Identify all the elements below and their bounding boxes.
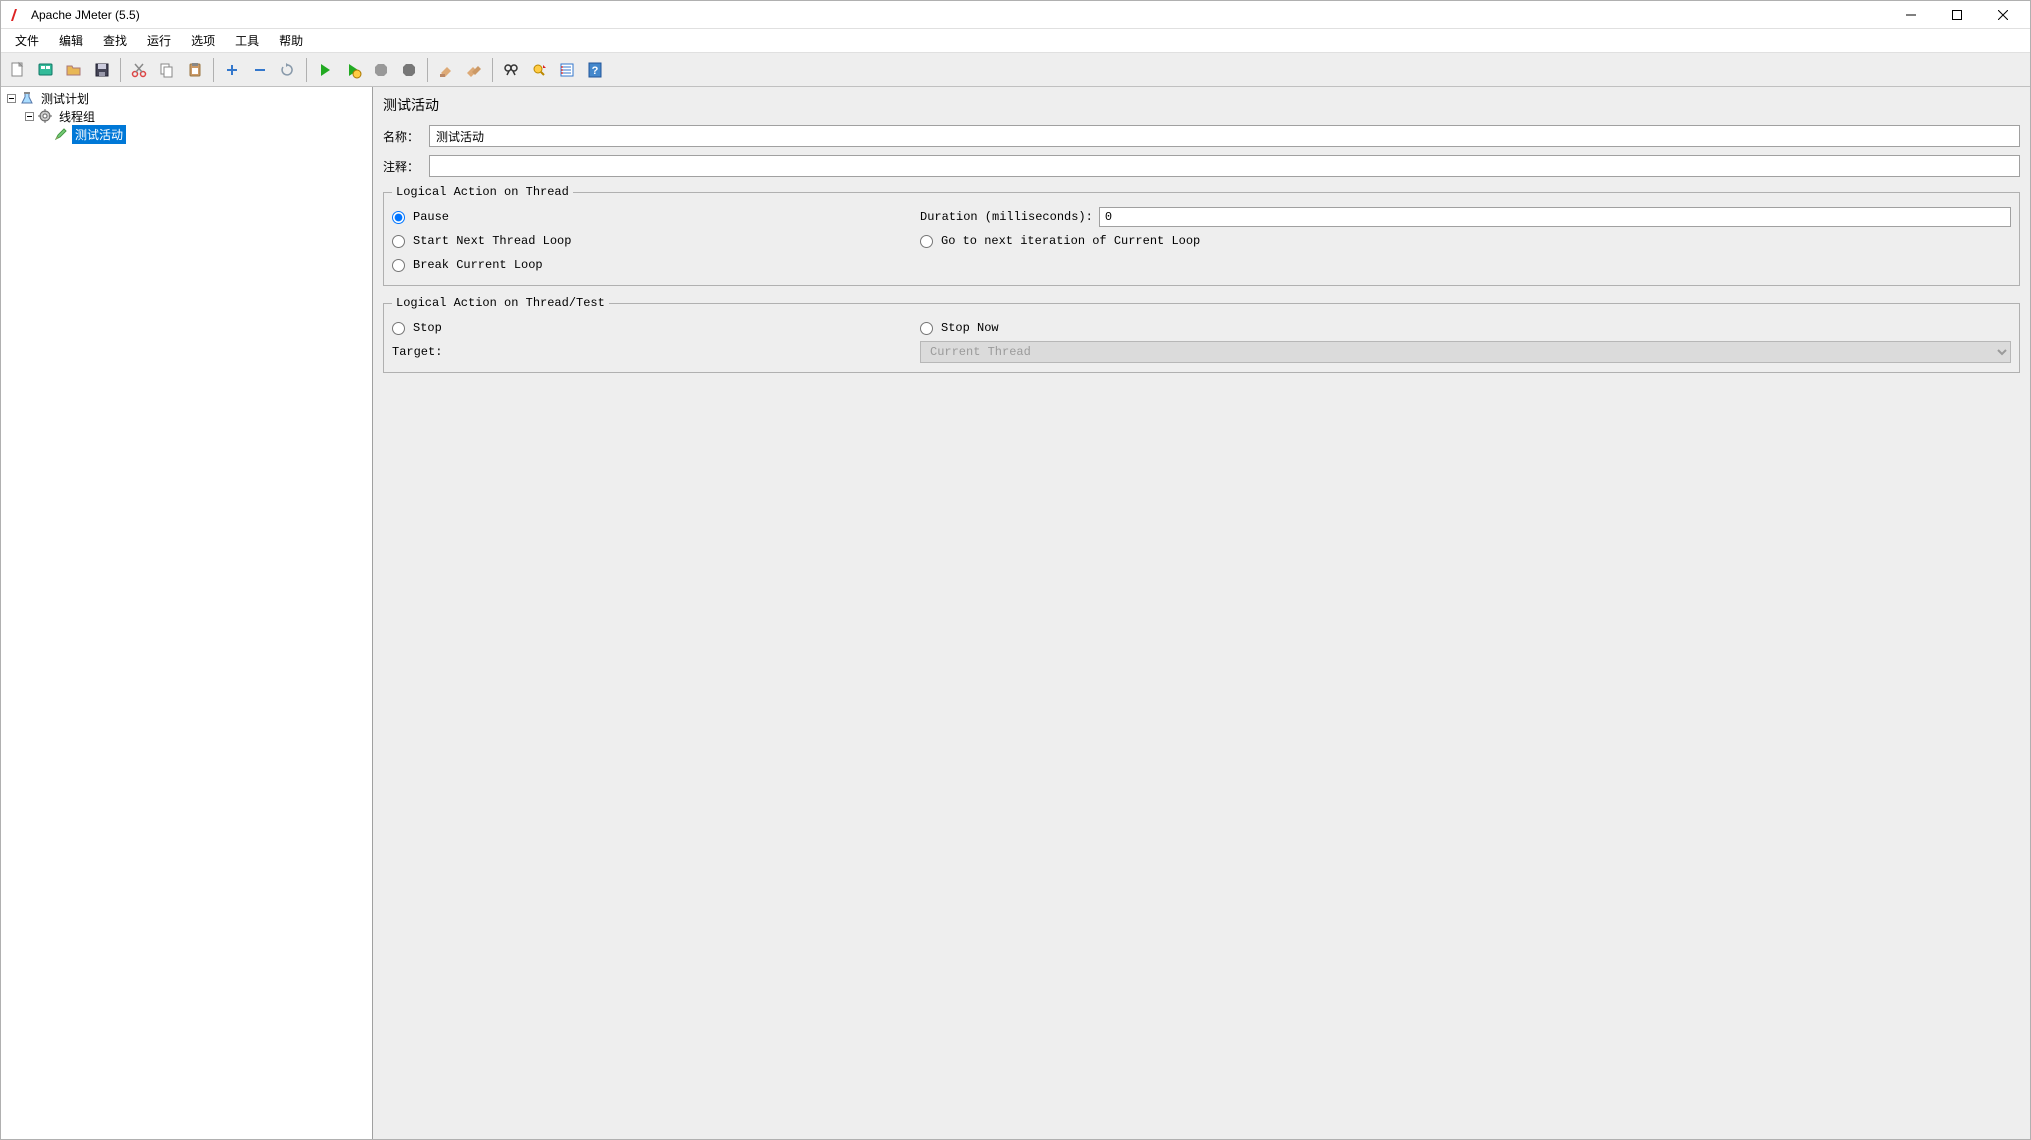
radio-pause[interactable]: Pause <box>392 210 449 224</box>
tree-toggle-icon[interactable] <box>5 92 17 104</box>
radio-break[interactable]: Break Current Loop <box>392 258 543 272</box>
function-helper-icon[interactable] <box>554 57 580 83</box>
titlebar: Apache JMeter (5.5) <box>1 1 2030 29</box>
toolbar-separator <box>120 58 121 82</box>
toolbar-separator <box>306 58 307 82</box>
duration-label: Duration (milliseconds): <box>920 210 1093 224</box>
radio-go-next-input[interactable] <box>920 235 933 248</box>
new-icon[interactable] <box>5 57 31 83</box>
app-window: Apache JMeter (5.5) 文件 编辑 查找 运行 选项 工具 帮助 <box>0 0 2031 1140</box>
radio-pause-input[interactable] <box>392 211 405 224</box>
close-button[interactable] <box>1980 1 2026 29</box>
radio-stop-input[interactable] <box>392 322 405 335</box>
group2-legend: Logical Action on Thread/Test <box>392 296 609 310</box>
target-label: Target: <box>392 345 920 359</box>
editor-panel: 测试活动 名称： 注释： Logical Action on Thread Pa… <box>373 87 2030 1139</box>
tree-label-selected: 测试活动 <box>72 125 126 144</box>
menubar: 文件 编辑 查找 运行 选项 工具 帮助 <box>1 29 2030 53</box>
start-icon[interactable] <box>312 57 338 83</box>
app-icon <box>9 7 25 23</box>
toolbar-separator <box>492 58 493 82</box>
gear-icon <box>37 108 53 124</box>
name-input[interactable] <box>429 125 2020 147</box>
comment-input[interactable] <box>429 155 2020 177</box>
open-icon[interactable] <box>61 57 87 83</box>
svg-text:?: ? <box>592 65 599 77</box>
menu-help[interactable]: 帮助 <box>269 29 313 52</box>
menu-run[interactable]: 运行 <box>137 29 181 52</box>
radio-stop[interactable]: Stop <box>392 321 442 335</box>
collapse-icon[interactable] <box>247 57 273 83</box>
menu-tools[interactable]: 工具 <box>225 29 269 52</box>
minimize-button[interactable] <box>1888 1 1934 29</box>
search-icon[interactable] <box>498 57 524 83</box>
menu-options[interactable]: 选项 <box>181 29 225 52</box>
name-row: 名称： <box>383 125 2020 147</box>
name-label: 名称： <box>383 128 423 145</box>
clear-icon[interactable] <box>433 57 459 83</box>
radio-stop-now-input[interactable] <box>920 322 933 335</box>
start-no-timers-icon[interactable] <box>340 57 366 83</box>
toggle-icon[interactable] <box>275 57 301 83</box>
tree-label: 线程组 <box>56 107 98 126</box>
tree-toggle-icon[interactable] <box>23 110 35 122</box>
menu-edit[interactable]: 编辑 <box>49 29 93 52</box>
maximize-button[interactable] <box>1934 1 1980 29</box>
shutdown-icon[interactable] <box>396 57 422 83</box>
cut-icon[interactable] <box>126 57 152 83</box>
window-title: Apache JMeter (5.5) <box>31 8 140 22</box>
reset-search-icon[interactable] <box>526 57 552 83</box>
templates-icon[interactable] <box>33 57 59 83</box>
tree-node-testplan[interactable]: 测试计划 <box>1 89 372 107</box>
menu-search[interactable]: 查找 <box>93 29 137 52</box>
expand-icon[interactable] <box>219 57 245 83</box>
tree-panel[interactable]: 测试计划 线程组 测试活动 <box>1 87 373 1139</box>
logical-action-thread-test-group: Logical Action on Thread/Test Stop Stop … <box>383 296 2020 373</box>
toolbar-separator <box>427 58 428 82</box>
copy-icon[interactable] <box>154 57 180 83</box>
paste-icon[interactable] <box>182 57 208 83</box>
help-icon[interactable]: ? <box>582 57 608 83</box>
tree-node-threadgroup[interactable]: 线程组 <box>1 107 372 125</box>
comment-row: 注释： <box>383 155 2020 177</box>
logical-action-thread-group: Logical Action on Thread Pause Duration … <box>383 185 2020 286</box>
toolbar: ? <box>1 53 2030 87</box>
target-select: Current Thread <box>920 341 2011 363</box>
save-icon[interactable] <box>89 57 115 83</box>
duration-input[interactable] <box>1099 207 2011 227</box>
radio-go-next[interactable]: Go to next iteration of Current Loop <box>920 234 1200 248</box>
tree-node-testaction[interactable]: 测试活动 <box>1 125 372 143</box>
stop-icon[interactable] <box>368 57 394 83</box>
comment-label: 注释： <box>383 158 423 175</box>
beaker-icon <box>19 90 35 106</box>
tree-label: 测试计划 <box>38 89 92 108</box>
radio-start-next-input[interactable] <box>392 235 405 248</box>
radio-start-next[interactable]: Start Next Thread Loop <box>392 234 571 248</box>
clear-all-icon[interactable] <box>461 57 487 83</box>
content-area: 测试计划 线程组 测试活动 测试活动 名称： <box>1 87 2030 1139</box>
radio-break-input[interactable] <box>392 259 405 272</box>
menu-file[interactable]: 文件 <box>5 29 49 52</box>
radio-stop-now[interactable]: Stop Now <box>920 321 999 335</box>
toolbar-separator <box>213 58 214 82</box>
panel-title: 测试活动 <box>383 95 2020 115</box>
group1-legend: Logical Action on Thread <box>392 185 573 199</box>
pencil-icon <box>53 126 69 142</box>
